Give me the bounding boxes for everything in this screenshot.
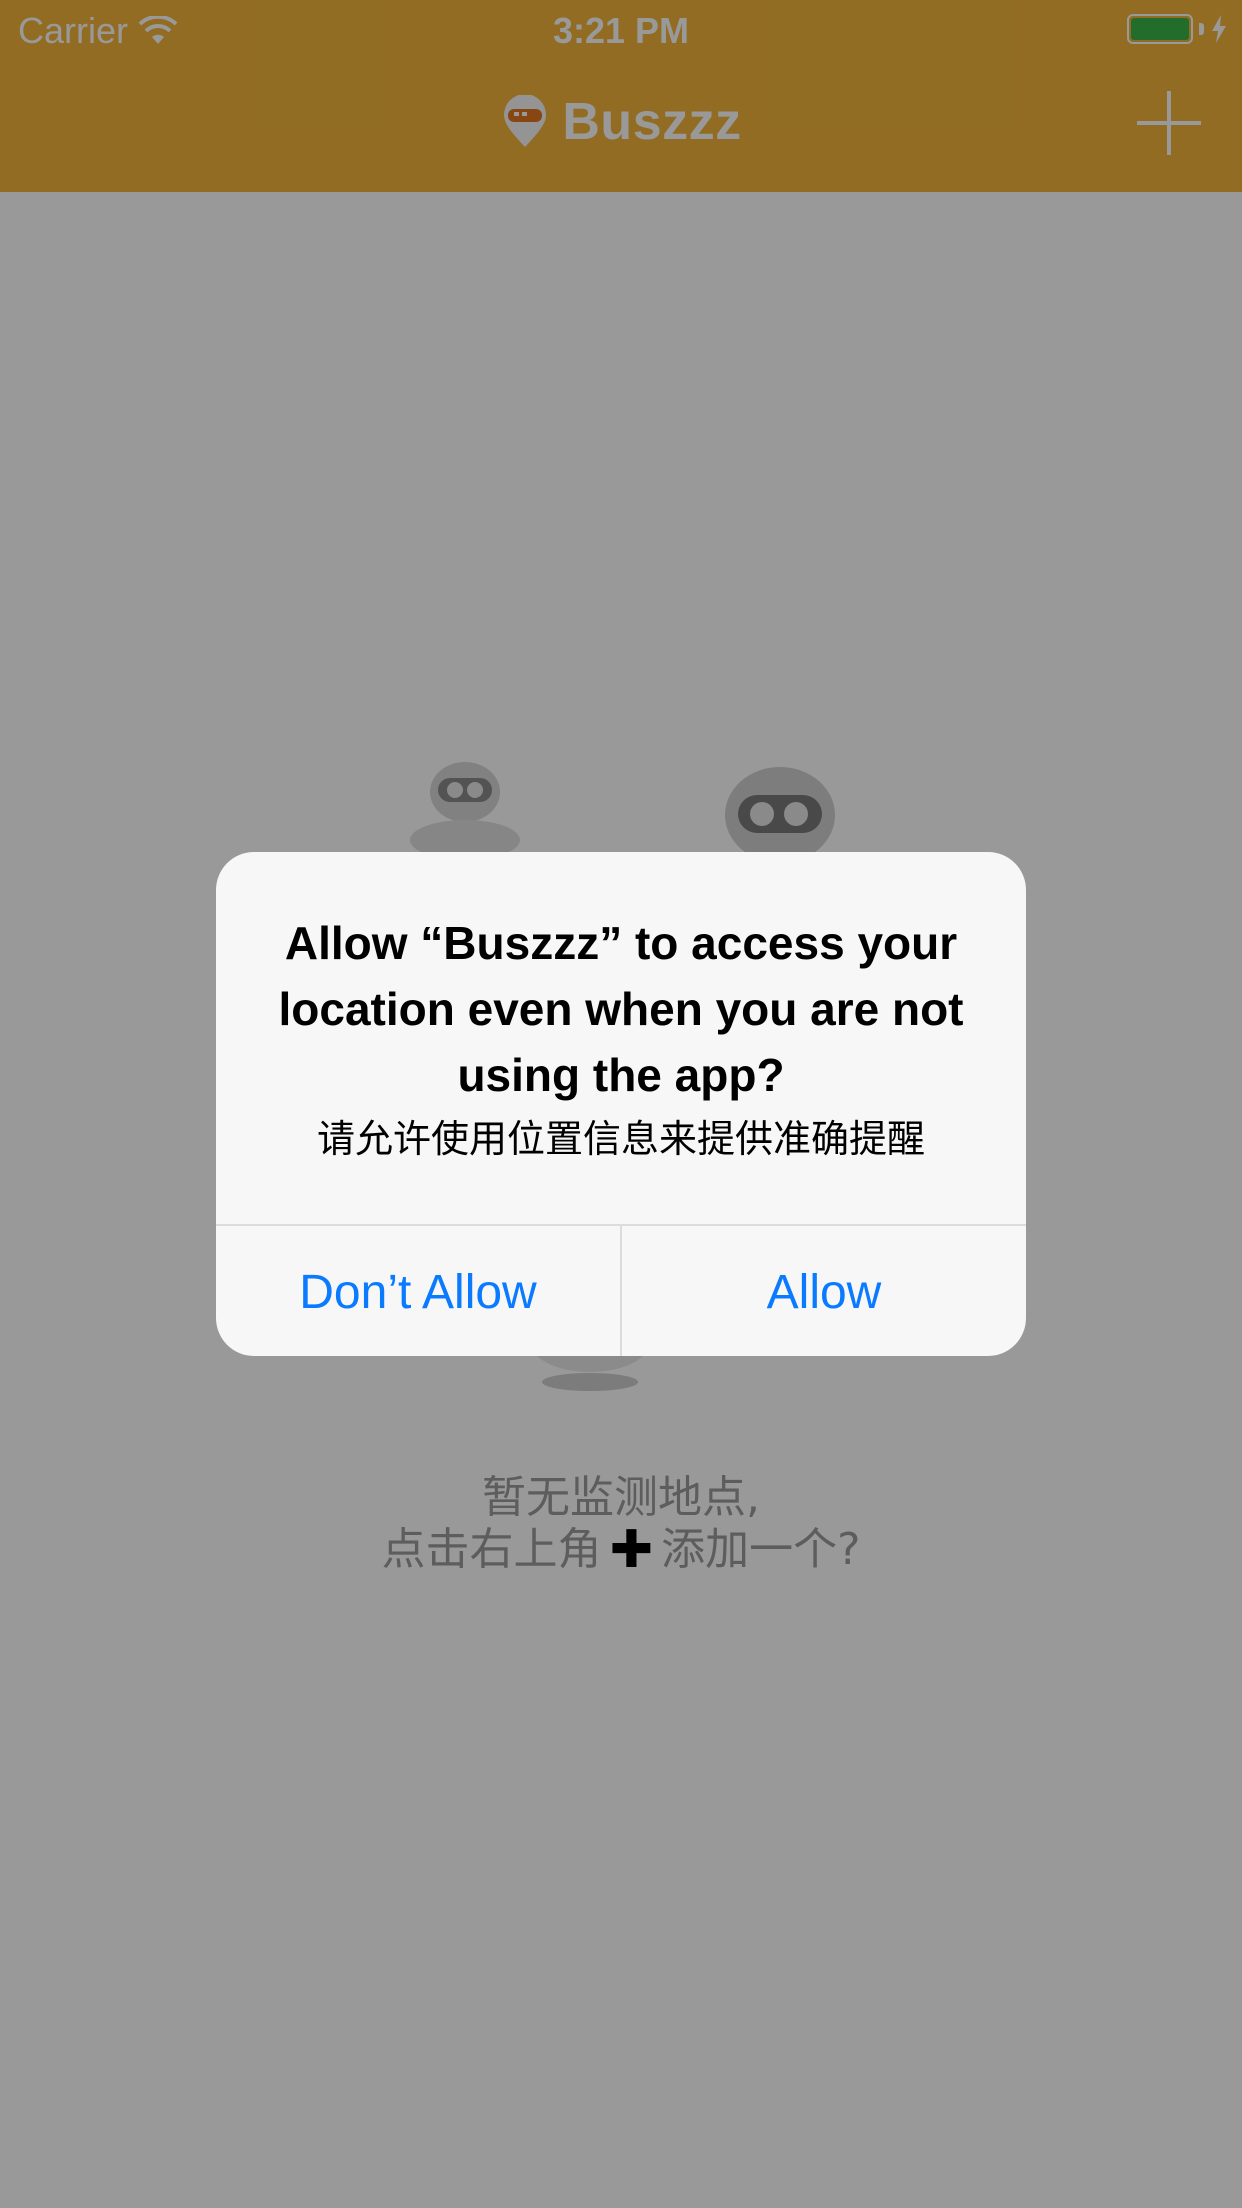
app-screen: Carrier 3:21 PM Buszzz 暂无监测地点, 点击右上角 ✚ 添…: [0, 0, 1242, 2208]
alert-title: Allow “Buszzz” to access your location e…: [278, 917, 964, 1101]
location-permission-alert: Allow “Buszzz” to access your location e…: [216, 852, 1026, 1356]
dont-allow-button[interactable]: Don’t Allow: [216, 1226, 622, 1356]
allow-button[interactable]: Allow: [622, 1226, 1026, 1356]
alert-actions: Don’t Allow Allow: [216, 1224, 1026, 1356]
alert-message: 请允许使用位置信息来提供准确提醒: [316, 1117, 925, 1161]
